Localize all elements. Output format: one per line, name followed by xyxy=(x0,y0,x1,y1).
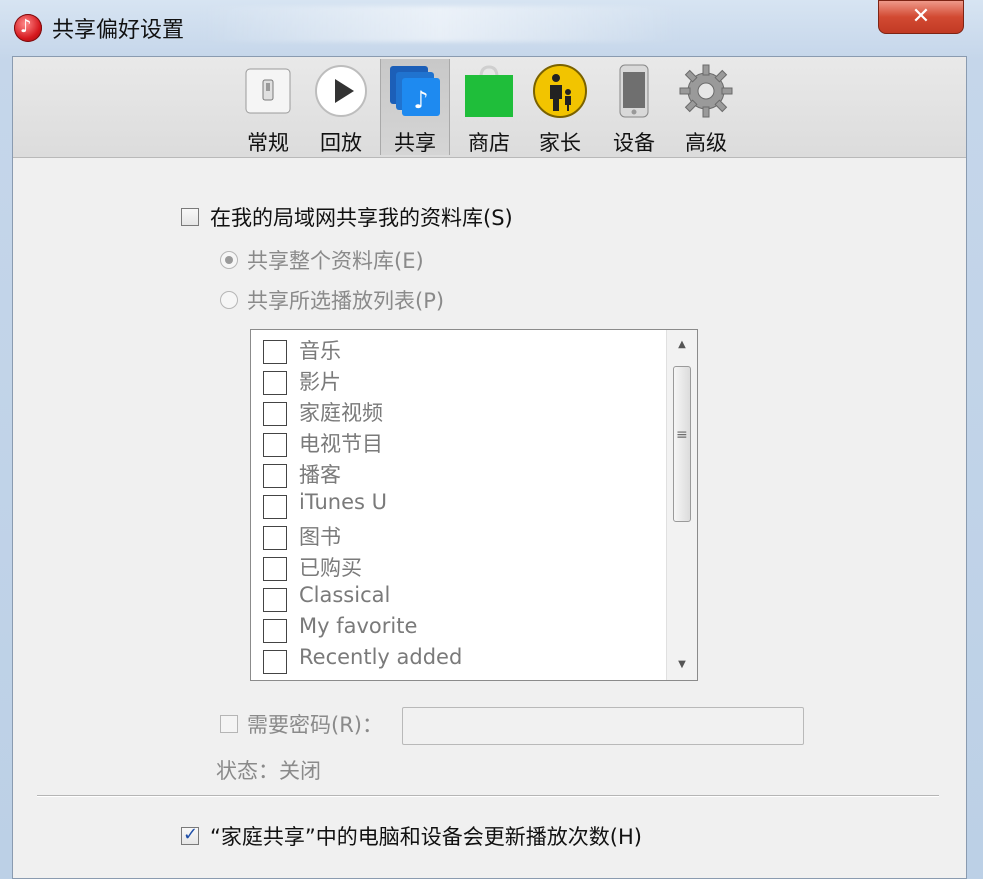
play-icon xyxy=(315,65,367,117)
tab-store-label: 商店 xyxy=(468,131,510,155)
tab-playback-label: 回放 xyxy=(320,131,362,155)
playlist-checkbox[interactable] xyxy=(263,402,287,426)
title-bar[interactable]: 共享偏好设置 ✕ xyxy=(0,0,983,56)
store-bag-icon xyxy=(465,65,513,117)
sharing-icon: ♪ xyxy=(390,66,440,116)
playlist-scrollbar[interactable]: ▲ ▼ xyxy=(666,330,697,680)
playlist-checkbox[interactable] xyxy=(263,526,287,550)
scroll-down-arrow-icon[interactable]: ▼ xyxy=(667,652,697,678)
tab-devices-label: 设备 xyxy=(613,131,655,155)
playlist-label: My favorite xyxy=(299,614,418,638)
playlist-checkbox[interactable] xyxy=(263,619,287,643)
playlist-label: Recently added xyxy=(299,645,463,669)
gear-icon xyxy=(679,64,733,118)
share-selected-playlists-radio[interactable] xyxy=(220,291,238,309)
playlist-label: 已购买 xyxy=(299,556,362,580)
share-entire-library-radio[interactable] xyxy=(220,251,238,269)
home-sharing-update-playcount-label: “家庭共享”中的电脑和设备会更新播放次数(H) xyxy=(210,825,642,849)
tab-general-label: 常规 xyxy=(247,131,289,155)
share-selected-playlists-label: 共享所选播放列表(P) xyxy=(247,289,445,313)
close-button[interactable]: ✕ xyxy=(878,0,964,34)
playlist-checkbox[interactable] xyxy=(263,650,287,674)
playlist-checkbox[interactable] xyxy=(263,371,287,395)
require-password-label: 需要密码(R)： xyxy=(247,713,383,737)
itunes-app-icon xyxy=(14,14,42,42)
home-sharing-update-playcount-checkbox[interactable] xyxy=(181,824,199,845)
parental-icon xyxy=(533,64,587,118)
playlist-checkbox[interactable] xyxy=(263,588,287,612)
tab-sharing[interactable]: ♪ 共享 xyxy=(380,59,450,155)
share-entire-library-label: 共享整个资料库(E) xyxy=(247,249,424,273)
general-switch-icon xyxy=(245,68,291,114)
tab-playback[interactable]: 回放 xyxy=(310,59,372,155)
password-field[interactable] xyxy=(402,707,804,745)
playlist-checkbox[interactable] xyxy=(263,464,287,488)
playlist-label: 电视节目 xyxy=(299,432,383,456)
sharing-status: 状态：关闭 xyxy=(216,759,321,783)
playlist-label: Classical xyxy=(299,583,391,607)
tab-sharing-label: 共享 xyxy=(394,131,436,155)
device-phone-icon xyxy=(619,64,649,118)
tab-advanced-label: 高级 xyxy=(685,131,727,155)
playlist-checkbox[interactable] xyxy=(263,495,287,519)
playlist-label: 图书 xyxy=(299,525,341,549)
preferences-toolbar: 常规 回放 ♪ 共享 商店 家长 设备 高级 xyxy=(13,57,966,158)
playlist-label: 影片 xyxy=(299,370,341,394)
playlist-checkbox[interactable] xyxy=(263,340,287,364)
tab-parental[interactable]: 家长 xyxy=(528,59,592,155)
scroll-up-arrow-icon[interactable]: ▲ xyxy=(667,332,697,358)
tab-store[interactable]: 商店 xyxy=(457,59,521,155)
playlist-label: iTunes U xyxy=(299,490,387,514)
scroll-thumb[interactable] xyxy=(673,366,691,522)
playlist-label: 音乐 xyxy=(299,339,341,363)
tab-devices[interactable]: 设备 xyxy=(602,59,666,155)
playlist-listbox[interactable]: 音乐 影片 家庭视频 电视节目 播客 iTunes U 图书 已购买 Class… xyxy=(250,329,698,681)
preferences-panel: 常规 回放 ♪ 共享 商店 家长 设备 高级 在我的局域网共享我的资料库(S) … xyxy=(12,56,967,879)
playlist-label: 家庭视频 xyxy=(299,401,383,425)
playlist-checkbox[interactable] xyxy=(263,557,287,581)
divider xyxy=(37,795,939,797)
tab-advanced[interactable]: 高级 xyxy=(674,59,738,155)
window-title: 共享偏好设置 xyxy=(52,18,185,43)
playlist-checkbox[interactable] xyxy=(263,433,287,457)
share-library-checkbox[interactable] xyxy=(181,208,199,226)
require-password-checkbox[interactable] xyxy=(220,715,238,733)
preferences-window: 共享偏好设置 ✕ 常规 回放 xyxy=(0,0,983,879)
tab-general[interactable]: 常规 xyxy=(237,59,299,155)
share-library-label: 在我的局域网共享我的资料库(S) xyxy=(210,206,513,230)
blurred-background-tabs xyxy=(200,6,680,42)
svg-text:♪: ♪ xyxy=(413,86,428,114)
playlist-label: 播客 xyxy=(299,463,341,487)
tab-parental-label: 家长 xyxy=(539,131,581,155)
